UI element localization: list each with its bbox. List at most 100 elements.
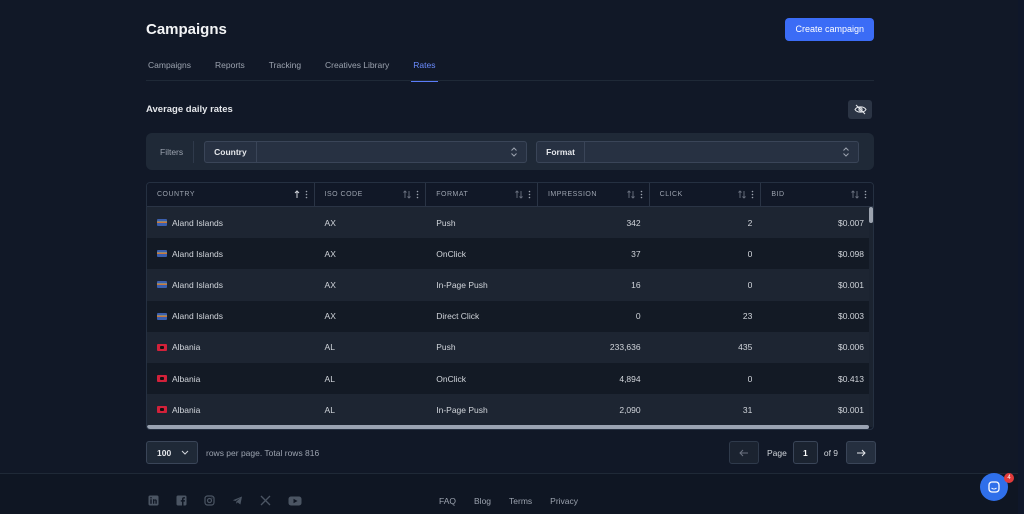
tab-creatives-library[interactable]: Creatives Library <box>325 54 389 81</box>
next-page-button[interactable] <box>846 441 877 464</box>
rows-per-page-value: 100 <box>157 447 172 458</box>
tab-rates[interactable]: Rates <box>411 54 438 82</box>
cell-iso: AL <box>324 342 335 353</box>
cell-bid: $0.003 <box>838 311 864 322</box>
cell-format: In-Page Push <box>436 279 488 290</box>
pagination: Page of 9 <box>729 441 877 464</box>
tab-reports[interactable]: Reports <box>215 54 245 81</box>
column-header-bid[interactable]: BID <box>761 183 873 206</box>
table-body: Aland Islands AX Push 342 2 $0.007 Aland… <box>147 207 873 426</box>
page-scrollbar[interactable] <box>1018 0 1024 514</box>
table-row[interactable]: Aland Islands AX OnClick 37 0 $0.098 <box>147 238 873 270</box>
page-title: Campaigns <box>146 20 227 38</box>
notification-badge: 4 <box>1004 473 1014 483</box>
cell-format: Direct Click <box>436 311 480 322</box>
cell-click: 0 <box>747 279 753 290</box>
cell-country: Aland Islands <box>172 311 224 322</box>
linkedin-icon[interactable] <box>148 495 159 506</box>
sort-icon[interactable] <box>403 190 412 199</box>
footer-link-faq[interactable]: FAQ <box>439 496 456 506</box>
column-menu-icon[interactable] <box>640 190 643 199</box>
column-menu-icon[interactable] <box>864 190 867 199</box>
table-row[interactable]: Aland Islands AX Direct Click 0 23 $0.00… <box>147 300 873 332</box>
cell-format: Push <box>436 217 456 228</box>
page-label: Page <box>767 447 787 458</box>
column-menu-icon[interactable] <box>416 190 419 199</box>
rows-per-page-control: 100 rows per page. Total rows 816 <box>146 441 319 464</box>
flag-al-icon <box>157 375 167 383</box>
filters-bar: Filters Country Format <box>146 133 874 170</box>
column-header-iso-code[interactable]: ISO CODE <box>315 183 427 206</box>
sort-icon[interactable] <box>738 190 747 199</box>
cell-impression: 2,090 <box>619 404 641 415</box>
page-number-input[interactable] <box>792 441 818 464</box>
cell-format: In-Page Push <box>436 404 488 415</box>
cell-iso: AX <box>324 217 336 228</box>
country-select-label: Country <box>205 141 257 162</box>
telegram-icon[interactable] <box>232 495 243 506</box>
footer-links: FAQ Blog Terms Privacy <box>439 496 578 506</box>
cell-iso: AL <box>324 373 335 384</box>
cell-bid: $0.001 <box>838 279 864 290</box>
column-header-format[interactable]: FORMAT <box>426 183 538 206</box>
table-row[interactable]: Albania AL Push 233,636 435 $0.006 <box>147 331 873 363</box>
cell-bid: $0.098 <box>838 248 864 259</box>
eye-off-icon <box>853 104 867 115</box>
flag-al-icon <box>157 406 167 414</box>
sort-ascending-icon[interactable] <box>294 190 300 199</box>
table-row[interactable]: Albania AL OnClick 4,894 0 $0.413 <box>147 362 873 395</box>
table-vertical-scrollbar[interactable] <box>869 207 873 427</box>
sort-icon[interactable] <box>515 190 523 199</box>
cell-click: 435 <box>738 342 753 353</box>
facebook-icon[interactable] <box>176 495 187 506</box>
table-row[interactable]: Albania AL In-Page Push 2,090 31 $0.001 <box>147 394 873 426</box>
previous-page-button[interactable] <box>729 441 759 464</box>
column-menu-icon[interactable] <box>751 190 754 199</box>
tab-bar: Campaigns Reports Tracking Creatives Lib… <box>146 54 874 82</box>
cell-impression: 233,636 <box>609 342 641 353</box>
section-title: Average daily rates <box>146 104 233 115</box>
cell-bid: $0.413 <box>838 373 864 384</box>
column-header-click[interactable]: CLICK <box>650 183 762 206</box>
format-select[interactable]: Format <box>536 140 860 163</box>
arrow-right-icon <box>857 449 866 456</box>
flag-ax-icon <box>157 250 167 258</box>
cell-country: Aland Islands <box>172 279 224 290</box>
table-row[interactable]: Aland Islands AX In-Page Push 16 0 $0.00… <box>147 269 873 301</box>
country-select[interactable]: Country <box>204 140 528 163</box>
column-menu-icon[interactable] <box>528 190 531 199</box>
page-count: of 9 <box>823 447 839 458</box>
rows-per-page-select[interactable]: 100 <box>146 441 198 464</box>
table-horizontal-scrollbar[interactable] <box>147 425 869 429</box>
cell-format: Push <box>436 342 456 353</box>
scroll-thumb[interactable] <box>869 207 873 223</box>
cell-country: Albania <box>172 342 201 353</box>
tab-campaigns[interactable]: Campaigns <box>148 54 191 81</box>
footer: FAQ Blog Terms Privacy <box>0 473 1018 514</box>
table-row[interactable]: Aland Islands AX Push 342 2 $0.007 <box>147 207 873 239</box>
x-icon[interactable] <box>260 495 271 506</box>
cell-impression: 37 <box>631 248 641 259</box>
arrow-left-icon <box>739 449 748 456</box>
cell-click: 23 <box>742 311 753 322</box>
cell-click: 0 <box>747 248 753 259</box>
sort-icon[interactable] <box>851 190 859 199</box>
tab-tracking[interactable]: Tracking <box>269 54 301 81</box>
create-campaign-button[interactable]: Create campaign <box>785 17 874 41</box>
footer-link-privacy[interactable]: Privacy <box>550 496 578 506</box>
footer-link-terms[interactable]: Terms <box>509 496 532 506</box>
chevron-updown-icon <box>843 146 849 157</box>
instagram-icon[interactable] <box>204 495 215 506</box>
column-header-country[interactable]: COUNTRY <box>147 183 315 206</box>
footer-link-blog[interactable]: Blog <box>474 496 491 506</box>
chat-icon <box>988 481 1000 493</box>
column-header-impression[interactable]: IMPRESSION <box>538 183 650 206</box>
cell-impression: 342 <box>626 217 641 228</box>
social-links <box>148 495 302 506</box>
sort-icon[interactable] <box>626 190 635 199</box>
youtube-icon[interactable] <box>288 495 302 506</box>
column-menu-icon[interactable] <box>305 190 308 199</box>
flag-al-icon <box>157 343 167 351</box>
toggle-visibility-button[interactable] <box>848 100 872 119</box>
format-select-label: Format <box>537 141 585 162</box>
